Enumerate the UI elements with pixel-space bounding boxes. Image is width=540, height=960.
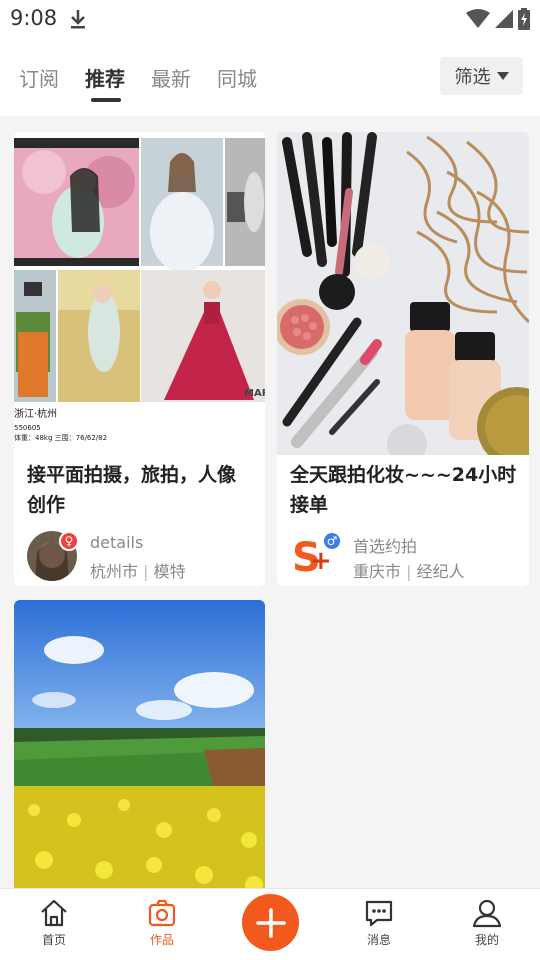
wifi-icon [466,9,490,28]
nav-works-label: 作品 [149,933,174,947]
active-tab-indicator [91,98,121,102]
camera-icon [148,899,176,927]
filter-label: 筛选 [454,67,491,88]
nav-home-label: 首页 [41,933,66,947]
nav-messages-label: 消息 [366,933,391,947]
author-meta: 杭州市 | 模特 [90,558,186,582]
bottom-nav: 首页 作品 消息 我的 [0,888,540,960]
nav-home[interactable]: 首页 [24,897,84,948]
author-role: 经纪人 [416,562,465,581]
status-bar: 9:08 [0,0,540,38]
post-title: 全天跟拍化妆~~~24小时 接单 [290,460,516,520]
status-time: 9:08 [10,6,58,30]
female-icon: ♀ [59,531,79,551]
home-icon [41,899,67,927]
tab-latest[interactable]: 最新 [151,63,191,92]
signal-icon [495,10,513,28]
image-brand-text: MARI [244,388,265,399]
author-city: 杭州市 [90,562,139,581]
post-title: 接平面拍摄，旅拍，人像 创作 [27,460,236,520]
nav-profile-label: 我的 [474,933,499,947]
post-card[interactable] [14,600,265,888]
post-image-collage: MARI 浙江·杭州 550605 体重：48kg 三围：76/62/82 [14,132,265,448]
author-name[interactable]: 首选约拍 [353,533,417,557]
download-icon [71,10,85,29]
male-icon: ♂ [322,531,342,551]
tab-subscribe[interactable]: 订阅 [19,63,59,92]
post-title-line1: 全天跟拍化妆~~~24小时 [290,464,517,486]
message-icon [365,900,393,927]
post-title-line2: 创作 [27,494,66,516]
feed: MARI 浙江·杭州 550605 体重：48kg 三围：76/62/82 接平… [0,116,540,888]
battery-icon [518,8,530,30]
meta-separator: | [406,562,412,581]
nav-profile[interactable]: 我的 [457,897,517,948]
nav-messages[interactable]: 消息 [349,897,409,948]
user-icon [472,899,502,928]
author-role: 模特 [153,562,186,581]
publish-button[interactable] [242,894,299,951]
image-caption-line2: 550605 [14,424,41,432]
tab-same-city[interactable]: 同城 [217,63,257,92]
meta-separator: | [143,562,149,581]
post-card[interactable]: MARI 浙江·杭州 550605 体重：48kg 三围：76/62/82 接平… [14,132,265,586]
tab-recommend[interactable]: 推荐 [85,63,125,92]
author-name[interactable]: details [90,533,143,552]
nav-works[interactable]: 作品 [132,897,192,948]
status-icons [466,8,530,30]
post-image-makeup [277,132,529,455]
post-title-line2: 接单 [290,494,329,516]
caret-down-icon [496,72,509,80]
header-tabs: 订阅 推荐 最新 同城 筛选 [0,38,540,116]
author-city: 重庆市 [353,562,402,581]
image-caption-line1: 浙江·杭州 [14,407,57,420]
filter-button[interactable]: 筛选 [440,57,523,95]
author-meta: 重庆市 | 经纪人 [353,558,465,582]
post-card[interactable]: 全天跟拍化妆~~~24小时 接单 S + ♂ 首选约拍 重庆市 | 经纪人 [277,132,529,586]
plus-icon [255,907,286,938]
post-image-landscape [14,600,265,888]
post-title-line1: 接平面拍摄，旅拍，人像 [27,464,237,486]
image-caption-line3: 体重：48kg 三围：76/62/82 [14,433,107,442]
